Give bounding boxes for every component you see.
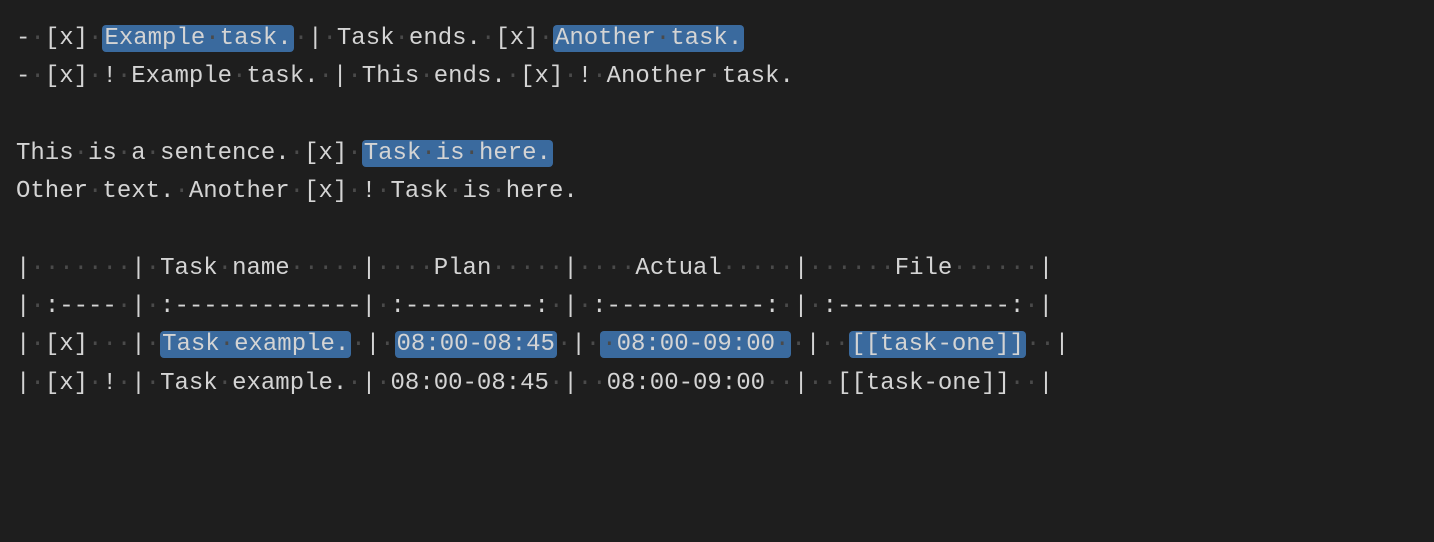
highlighted-text: [[task-one]] xyxy=(849,331,1026,358)
editor-line-5[interactable]: Other·text.·Another·[x]·!·Task·is·here. xyxy=(16,173,1418,211)
text-segment: ·|· xyxy=(557,331,600,358)
text-segment: This·is·a·sentence.·[x]· xyxy=(16,140,362,167)
text-segment: -·[x]·!·Example·task.·|·This·ends.·[x]·!… xyxy=(16,63,794,90)
text-segment: ·|· xyxy=(351,331,394,358)
text-segment: ·|·· xyxy=(791,331,849,358)
editor-line-2[interactable]: -·[x]·!·Example·task.·|·This·ends.·[x]·!… xyxy=(16,58,1418,96)
editor-blank-line[interactable] xyxy=(16,212,1418,250)
highlighted-text: Example·task. xyxy=(102,25,293,52)
text-segment: Other·text.·Another·[x]·!·Task·is·here. xyxy=(16,178,578,205)
text-segment: -·[x]· xyxy=(16,25,102,52)
editor-line-1[interactable]: -·[x]·Example·task.·|·Task·ends.·[x]·Ano… xyxy=(16,20,1418,58)
editor-line-10[interactable]: |·[x]·!·|·Task·example.·|·08:00-08:45·|·… xyxy=(16,365,1418,403)
highlighted-text: 08:00-08:45 xyxy=(395,331,557,358)
text-segment: |·[x]·!·|·Task·example.·|·08:00-08:45·|·… xyxy=(16,370,1053,397)
text-segment: ·|·Task·ends.·[x]· xyxy=(294,25,553,52)
text-segment: |·[x]···|· xyxy=(16,331,160,358)
editor-blank-line[interactable] xyxy=(16,97,1418,135)
editor-line-8[interactable]: |·:----·|·:-------------|·:---------:·|·… xyxy=(16,288,1418,326)
text-segment: |·:----·|·:-------------|·:---------:·|·… xyxy=(16,293,1053,320)
editor-line-7[interactable]: |·······|·Task·name·····|····Plan·····|·… xyxy=(16,250,1418,288)
highlighted-text: Another·task. xyxy=(553,25,744,52)
highlighted-text: Task·example. xyxy=(160,331,351,358)
editor-line-9[interactable]: |·[x]···|·Task·example.·|·08:00-08:45·|·… xyxy=(16,326,1418,364)
editor-line-4[interactable]: This·is·a·sentence.·[x]·Task·is·here. xyxy=(16,135,1418,173)
text-segment: ··| xyxy=(1026,331,1069,358)
text-segment: |·······|·Task·name·····|····Plan·····|·… xyxy=(16,255,1053,282)
highlighted-text: ·08:00-09:00· xyxy=(600,331,791,358)
highlighted-text: Task·is·here. xyxy=(362,140,553,167)
